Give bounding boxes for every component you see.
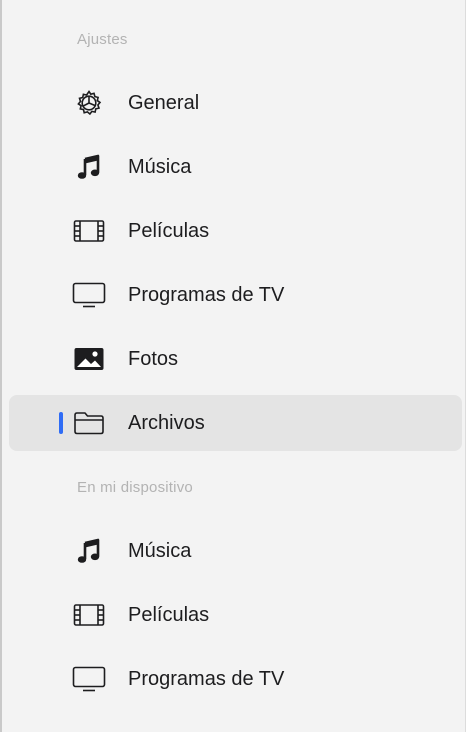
music-note-icon (72, 152, 106, 182)
sidebar-item-label: Música (128, 156, 192, 178)
sidebar-item-label: General (128, 92, 200, 114)
selection-indicator (59, 412, 63, 434)
sidebar-item-label: Fotos (128, 348, 179, 370)
sidebar-item-label: Películas (128, 220, 210, 242)
sidebar-item-label: Programas de TV (128, 668, 285, 690)
sidebar: Ajustes General Música Películas Program… (0, 0, 466, 732)
sidebar-item-device-peliculas[interactable]: Películas (9, 587, 462, 643)
tv-icon (72, 664, 106, 694)
film-icon (72, 216, 106, 246)
sidebar-item-device-programas-de-tv[interactable]: Programas de TV (9, 651, 462, 707)
sidebar-item-label: Programas de TV (128, 284, 285, 306)
gear-icon (72, 88, 106, 118)
folder-icon (72, 408, 106, 438)
sidebar-item-archivos[interactable]: Archivos (9, 395, 462, 451)
sidebar-item-label: Películas (128, 604, 210, 626)
section-header-ajustes: Ajustes (77, 31, 128, 48)
sidebar-item-peliculas[interactable]: Películas (9, 203, 462, 259)
sidebar-item-general[interactable]: General (9, 75, 462, 131)
section-header-en-mi-dispositivo: En mi dispositivo (77, 479, 193, 496)
photo-icon (72, 344, 106, 374)
sidebar-item-programas-de-tv[interactable]: Programas de TV (9, 267, 462, 323)
sidebar-item-label: Archivos (128, 412, 205, 434)
sidebar-item-device-musica[interactable]: Música (9, 523, 462, 579)
sidebar-item-label: Música (128, 540, 192, 562)
sidebar-item-musica[interactable]: Música (9, 139, 462, 195)
sidebar-item-fotos[interactable]: Fotos (9, 331, 462, 387)
tv-icon (72, 280, 106, 310)
film-icon (72, 600, 106, 630)
music-note-icon (72, 536, 106, 566)
